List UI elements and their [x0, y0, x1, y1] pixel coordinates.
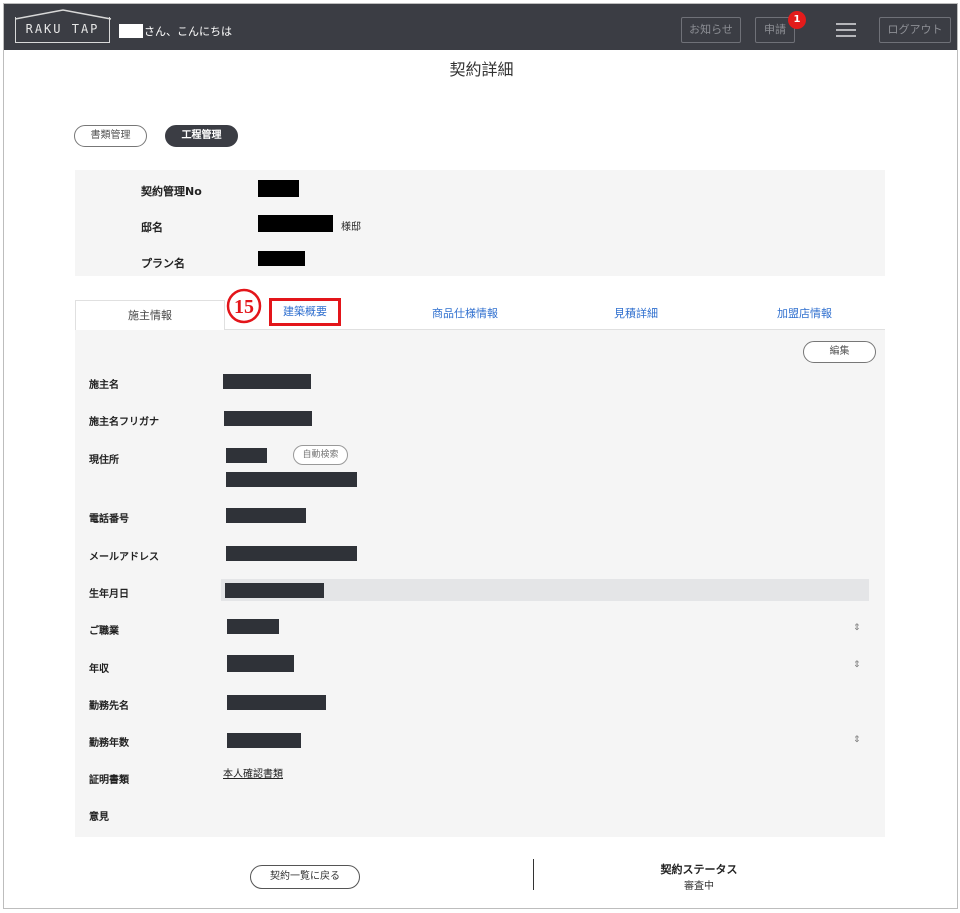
- phone-value: [226, 508, 306, 523]
- occupation-label: ご職業: [89, 626, 119, 637]
- plan-name-redacted: [258, 251, 305, 266]
- residence-name-label: 邸名: [141, 221, 163, 234]
- apply-count-badge: 1: [788, 11, 806, 29]
- income-select-chevron-icon[interactable]: ⇕: [853, 660, 861, 670]
- tab-process-management[interactable]: 工程管理: [165, 125, 238, 147]
- employer-label: 勤務先名: [89, 701, 129, 712]
- hamburger-menu-icon[interactable]: [836, 23, 856, 37]
- edit-button[interactable]: 編集: [803, 341, 876, 363]
- occupation-select-chevron-icon[interactable]: ⇕: [853, 623, 861, 633]
- owner-name-value: [223, 374, 311, 389]
- tab-document-management[interactable]: 書類管理: [74, 125, 147, 147]
- phone-label: 電話番号: [89, 514, 129, 525]
- address-value: [226, 472, 357, 487]
- employer-value: [227, 695, 326, 710]
- auto-search-button[interactable]: 自動検索: [293, 445, 348, 465]
- greeting-text: さん、こんにちは: [144, 25, 232, 38]
- contract-no-label: 契約管理No: [141, 185, 202, 198]
- app-window: RAKU TAP さん、こんにちは お知らせ 申請 1 ログアウト 契約詳細 書…: [3, 3, 958, 909]
- owner-name-label: 施主名: [89, 380, 119, 391]
- owner-info-form: 編集 施主名 施主名フリガナ 現住所 自動検索 電話番号 メールアドレス 生年月…: [75, 330, 885, 837]
- years-employed-label: 勤務年数: [89, 738, 129, 749]
- contract-no-redacted: [258, 180, 299, 197]
- user-name-redacted: [119, 24, 143, 38]
- tab-estimate-detail[interactable]: 見積詳細: [614, 305, 658, 321]
- owner-kana-label: 施主名フリガナ: [89, 417, 159, 428]
- plan-name-label: プラン名: [141, 257, 185, 270]
- owner-kana-value: [224, 411, 312, 426]
- proof-docs-label: 証明書類: [89, 775, 129, 786]
- residence-name-redacted: [258, 215, 333, 232]
- top-navigation-bar: RAKU TAP さん、こんにちは お知らせ 申請 1 ログアウト: [4, 4, 957, 50]
- years-employed-value[interactable]: [227, 733, 301, 748]
- step-number-text: 15: [234, 296, 254, 318]
- postal-code-value: [226, 448, 267, 463]
- page-title: 契約詳細: [449, 60, 514, 79]
- birthday-label: 生年月日: [89, 589, 129, 600]
- tab-dealer-info[interactable]: 加盟店情報: [777, 305, 832, 321]
- back-to-contract-list-button[interactable]: 契約一覧に戻る: [250, 865, 360, 889]
- email-label: メールアドレス: [89, 552, 159, 563]
- contract-status-label: 契約ステータス: [660, 863, 738, 876]
- income-label: 年収: [89, 664, 109, 675]
- opinion-label: 意見: [89, 812, 109, 823]
- step-number-marker: 15: [226, 288, 262, 324]
- years-employed-select-chevron-icon[interactable]: ⇕: [853, 735, 861, 745]
- income-value[interactable]: [227, 655, 294, 672]
- contract-status-value: 審査中: [684, 881, 714, 892]
- contract-summary: 契約管理No 邸名 様邸 プラン名: [75, 170, 885, 276]
- birthday-value: [225, 583, 324, 598]
- occupation-value[interactable]: [227, 619, 279, 634]
- email-value: [226, 546, 357, 561]
- logo[interactable]: RAKU TAP: [16, 22, 109, 36]
- footer-divider: [533, 859, 534, 890]
- address-label: 現住所: [89, 455, 119, 466]
- tab-owner-info[interactable]: 施主情報: [75, 300, 225, 331]
- logout-button[interactable]: ログアウト: [879, 17, 951, 43]
- tab-building-overview[interactable]: 建築概要: [269, 298, 341, 326]
- notice-button[interactable]: お知らせ: [681, 17, 741, 43]
- tab-product-spec[interactable]: 商品仕様情報: [432, 305, 498, 321]
- proof-docs-link[interactable]: 本人確認書類: [223, 765, 283, 780]
- residence-suffix: 様邸: [341, 222, 361, 233]
